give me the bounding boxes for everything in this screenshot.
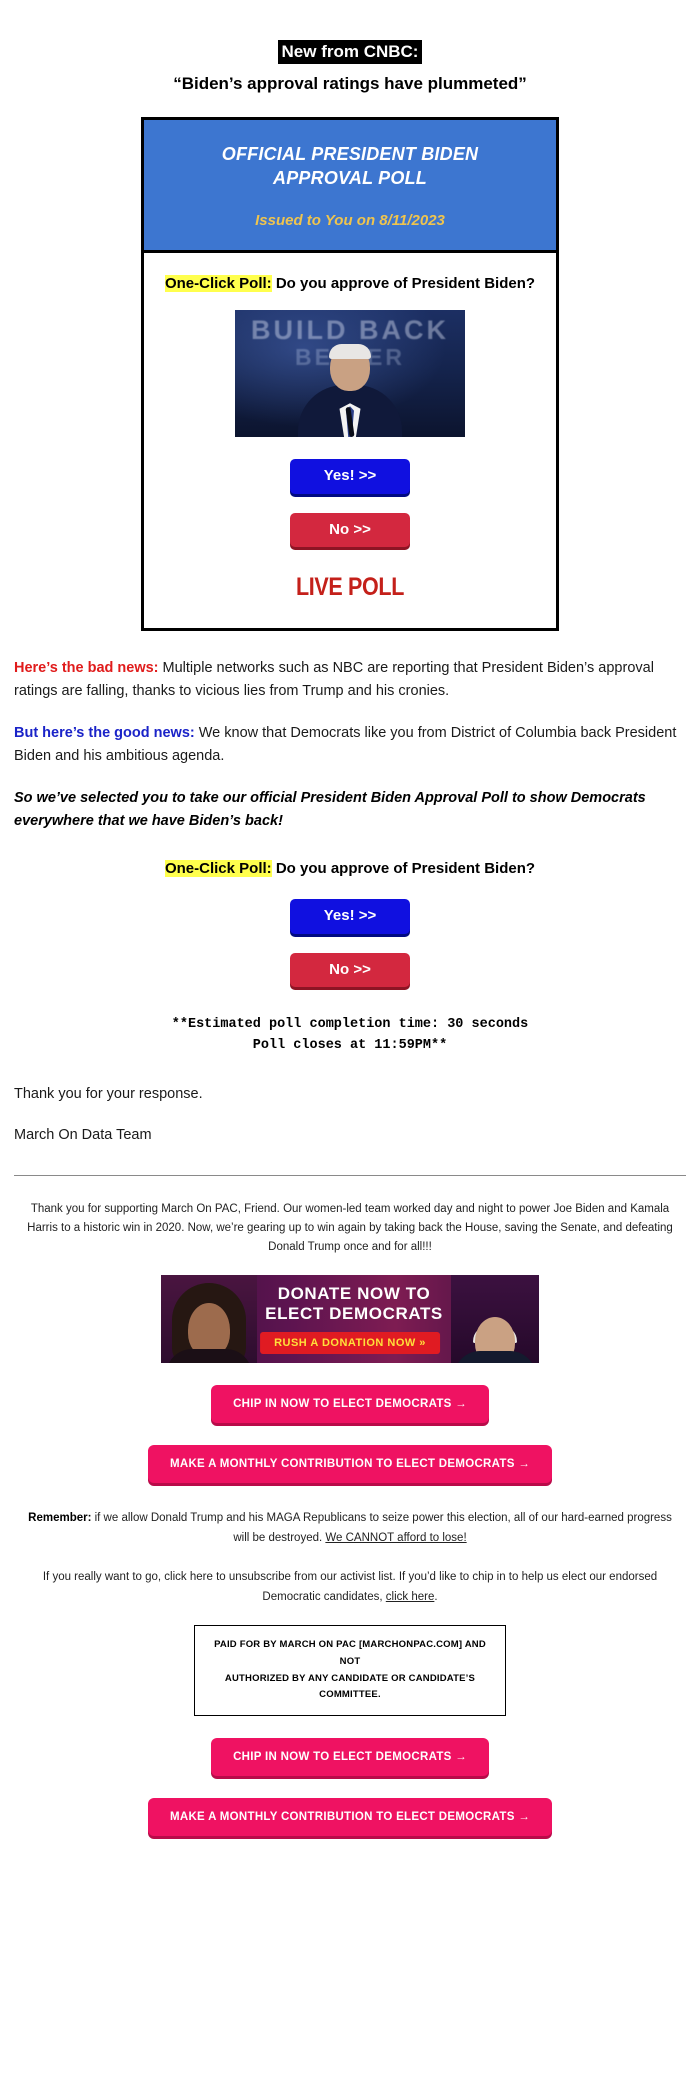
poll-card: OFFICIAL PRESIDENT BIDEN APPROVAL POLL I… [141, 117, 559, 632]
unsubscribe-period: . [434, 1590, 438, 1603]
biden-banner-photo [451, 1275, 539, 1364]
poll-timing-line2: Poll closes at 11:59PM** [252, 1038, 448, 1054]
donate-banner-line1: DONATE NOW TO [277, 1284, 431, 1304]
poll-banner-date: Issued to You on 8/11/2023 [255, 211, 445, 229]
poll-yes-button-top[interactable]: Yes! >> [290, 459, 410, 494]
biden-photo: BUILD BACK BETTER [235, 310, 465, 438]
paragraph-emphasis: So we’ve selected you to take our offici… [14, 790, 646, 829]
cnbc-source-tag: New from CNBC: [277, 40, 423, 65]
paid-for-line1: PAID FOR BY MARCH ON PAC [MARCHONPAC.COM… [214, 1639, 486, 1668]
poll-banner-title: OFFICIAL PRESIDENT BIDEN APPROVAL POLL [160, 142, 540, 191]
bottom-spacer [0, 1836, 700, 1876]
remember-underline: We CANNOT afford to lose! [325, 1531, 467, 1544]
footer-intro: Thank you for supporting March On PAC, F… [27, 1203, 673, 1254]
poll-question-text: Do you approve of President Biden? [271, 275, 536, 293]
donate-banner-line2: ELECT DEMOCRATS [265, 1304, 443, 1324]
harris-photo [161, 1275, 257, 1364]
donate-banner[interactable]: DONATE NOW TO ELECT DEMOCRATS RUSH A DON… [161, 1275, 539, 1364]
poll-body: One-Click Poll: Do you approve of Presid… [144, 253, 556, 628]
remember-text: Remember: if we allow Donald Trump and h… [26, 1509, 674, 1548]
chip-in-button-1[interactable]: CHIP IN NOW TO ELECT DEMOCRATS → [211, 1385, 489, 1424]
poll-banner: OFFICIAL PRESIDENT BIDEN APPROVAL POLL I… [144, 120, 556, 254]
biden-banner-suit [454, 1351, 536, 1364]
poll-timing-line1: **Estimated poll completion time: 30 sec… [171, 1017, 529, 1033]
poll-question-card: One-Click Poll: Do you approve of Presid… [156, 273, 544, 294]
poll-yes-button-bottom[interactable]: Yes! >> [290, 899, 410, 934]
poll-no-button-top[interactable]: No >> [290, 512, 410, 548]
poll-question-label: One-Click Poll: [164, 275, 272, 293]
unsubscribe-body: If you really want to go, click here to … [42, 1571, 658, 1603]
donate-banner-text: DONATE NOW TO ELECT DEMOCRATS [257, 1284, 451, 1324]
paid-for-disclaimer: PAID FOR BY MARCH ON PAC [MARCHONPAC.COM… [194, 1625, 506, 1716]
body-copy: Here’s the bad news: Multiple networks s… [0, 657, 700, 1057]
email-page: New from CNBC: “Biden’s approval ratings… [0, 0, 700, 1876]
chip-in-button-2[interactable]: CHIP IN NOW TO ELECT DEMOCRATS → [211, 1737, 489, 1776]
poll-banner-title-line2: APPROVAL POLL [273, 168, 427, 189]
signature-text: March On Data Team [14, 1127, 152, 1144]
sign-off: Thank you for your response. March On Da… [0, 1083, 700, 1147]
thanks-text: Thank you for your response. [14, 1085, 203, 1102]
poll-timing-note: **Estimated poll completion time: 30 sec… [14, 1015, 686, 1057]
footer: Thank you for supporting March On PAC, F… [0, 1200, 700, 1836]
photo-figure-hair [329, 344, 371, 360]
bad-news-lead: Here’s the bad news: [14, 660, 159, 677]
rush-donation-button[interactable]: RUSH A DONATION NOW » [260, 1332, 440, 1355]
poll-banner-title-line1: OFFICIAL PRESIDENT BIDEN [221, 144, 479, 165]
remember-lead: Remember: [28, 1512, 92, 1525]
photo-backdrop-line1: BUILD BACK [251, 315, 449, 346]
poll-question-inline: One-Click Poll: Do you approve of Presid… [14, 860, 686, 878]
poll-question-label-inline: One-Click Poll: [164, 860, 272, 878]
paragraph-good-news: But here’s the good news: We know that D… [14, 722, 686, 767]
monthly-contribution-button-2[interactable]: MAKE A MONTHLY CONTRIBUTION TO ELECT DEM… [147, 1797, 553, 1836]
unsubscribe-text: If you really want to go, click here to … [26, 1568, 674, 1607]
unsubscribe-link[interactable]: click here [386, 1591, 435, 1603]
footer-divider [14, 1175, 686, 1177]
poll-no-button-bottom[interactable]: No >> [290, 952, 410, 988]
headline-section: New from CNBC: “Biden’s approval ratings… [0, 0, 700, 95]
poll-question-text-inline: Do you approve of President Biden? [271, 860, 536, 878]
monthly-contribution-button-1[interactable]: MAKE A MONTHLY CONTRIBUTION TO ELECT DEM… [147, 1445, 553, 1484]
paragraph-bad-news: Here’s the bad news: Multiple networks s… [14, 657, 686, 702]
live-poll-badge: LIVE POLL [295, 573, 404, 602]
cnbc-quote: “Biden’s approval ratings have plummeted… [173, 74, 527, 94]
paid-for-line2: AUTHORIZED BY ANY CANDIDATE OR CANDIDATE… [224, 1672, 476, 1701]
good-news-lead: But here’s the good news: [14, 725, 195, 742]
poll-button-group-bottom: Yes! >> No >> [14, 899, 686, 988]
